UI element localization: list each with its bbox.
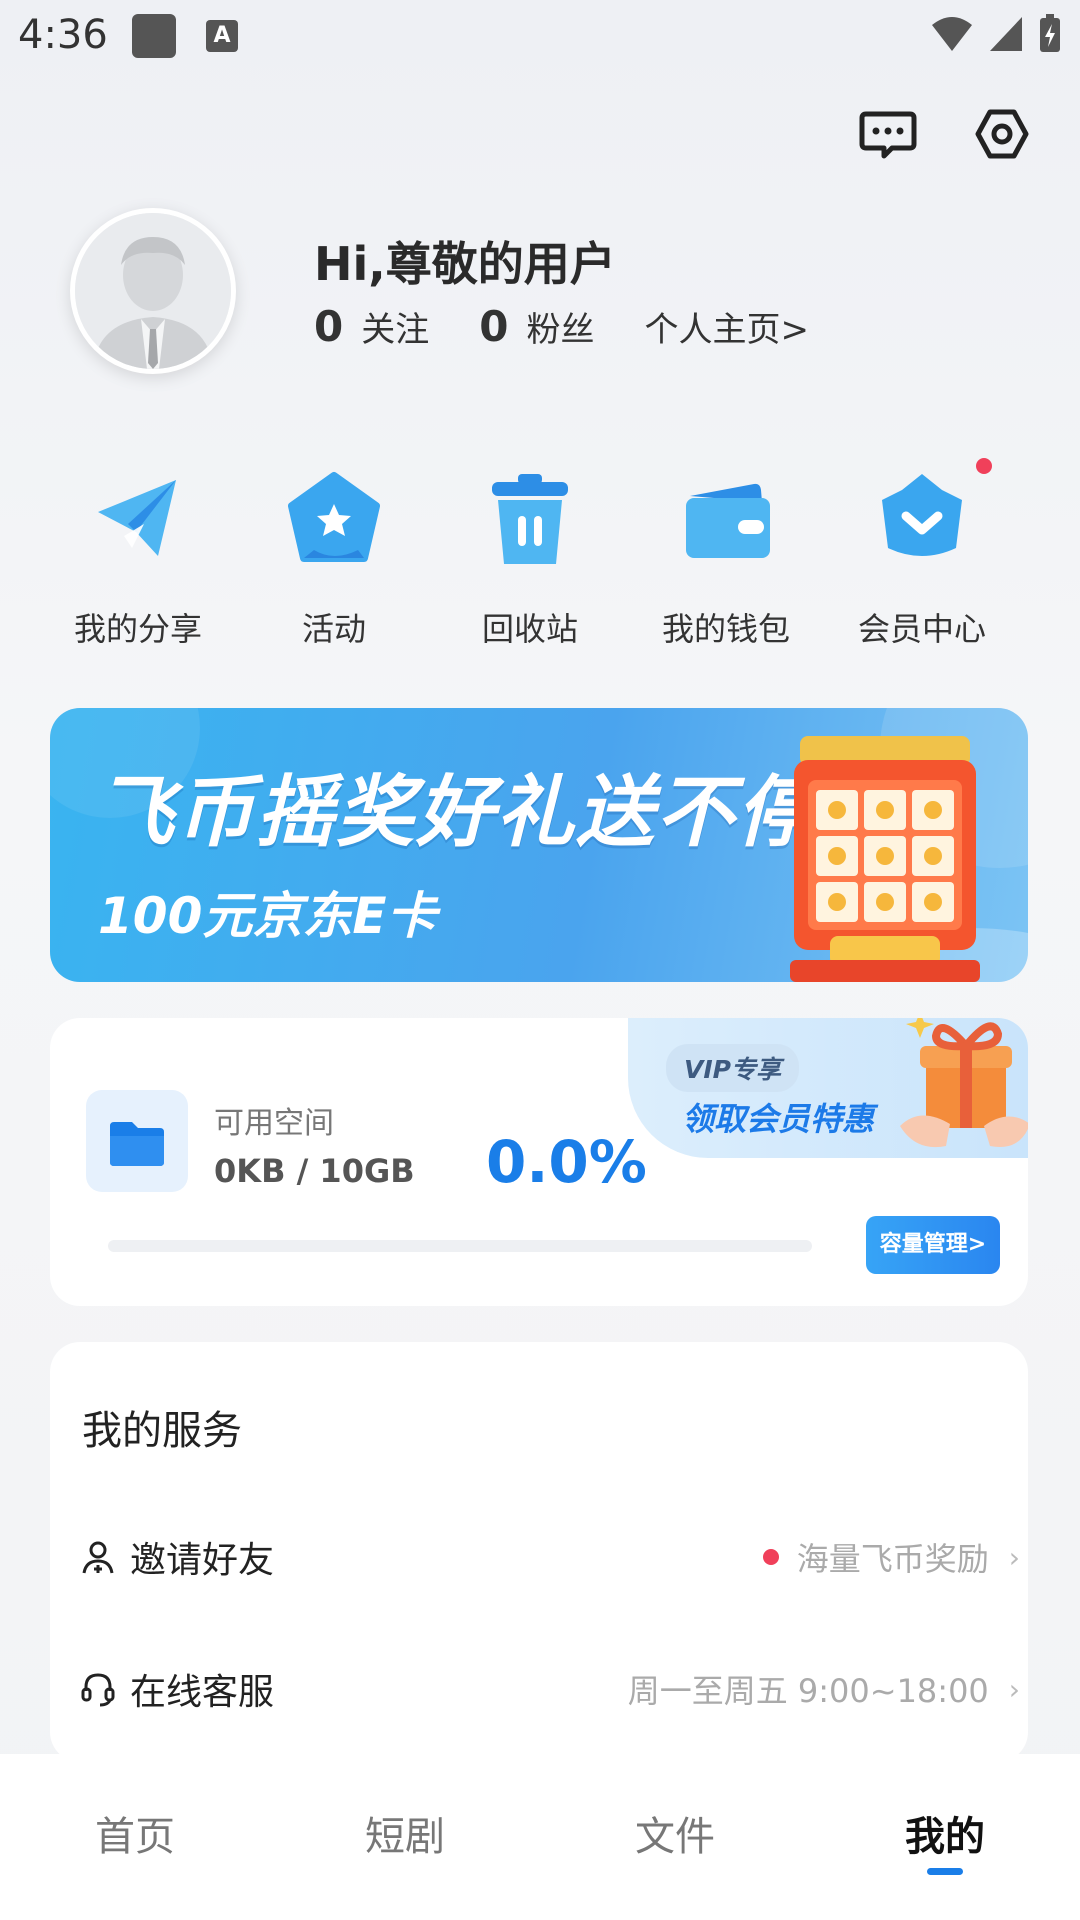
quick-entry-my-share[interactable]: 我的分享 (40, 470, 236, 650)
quick-entry-row: 我的分享 活动 回收站 我的钱包 会员中心 (40, 458, 1040, 650)
signal-icon (990, 17, 1022, 51)
quick-entry-wallet[interactable]: 我的钱包 (628, 470, 824, 650)
nav-tab-home[interactable]: 首页 (0, 1754, 270, 1920)
wallet-icon (686, 483, 770, 558)
service-invite-friends[interactable]: 邀请好友 海量飞币奖励 › (80, 1522, 1020, 1592)
quick-entry-recycle-bin[interactable]: 回收站 (432, 470, 628, 650)
headset-icon (81, 1673, 115, 1707)
fans-label[interactable]: 粉丝 (526, 302, 594, 351)
notification-square-icon (132, 14, 176, 58)
service-hint: 海量飞币奖励 (796, 1540, 989, 1578)
message-icon[interactable] (858, 104, 918, 164)
nav-tab-mine[interactable]: 我的 (810, 1754, 1080, 1920)
nav-tab-label: 我的 (905, 1814, 985, 1860)
nav-tab-short-drama[interactable]: 短剧 (270, 1754, 540, 1920)
status-indicators (930, 14, 1062, 54)
banner-title: 飞币摇奖好礼送不停 (96, 768, 817, 858)
profile-stats: 0 关注 0 粉丝 个人主页> (314, 302, 809, 351)
star-badge-icon (288, 472, 380, 562)
service-label: 在线客服 (130, 1672, 275, 1713)
service-hint: 周一至周五 9:00~18:00 (627, 1672, 989, 1710)
services-title: 我的服务 (82, 1408, 242, 1454)
chevron-right-icon: › (1008, 1540, 1020, 1574)
status-bar: 4:36 A (0, 0, 1080, 75)
trash-bin-icon (492, 474, 568, 564)
storage-card: VIP专享 领取会员特惠 可用空间 0KB / 10GB 0.0% 容量管理> (50, 1018, 1028, 1306)
settings-hex-icon[interactable] (972, 104, 1032, 164)
keyboard-a-icon: A (206, 20, 238, 52)
homepage-link[interactable]: 个人主页> (644, 302, 809, 351)
greeting-text: Hi,尊敬的用户 (314, 237, 616, 291)
vip-pill: VIP专享 (666, 1044, 799, 1092)
status-time: 4:36 (18, 12, 108, 58)
follow-count[interactable]: 0 (314, 302, 343, 351)
quick-entry-member-center[interactable]: 会员中心 (824, 458, 1020, 650)
battery-icon (1040, 14, 1060, 52)
red-dot-badge (762, 1549, 779, 1565)
banner-subtitle: 100元京东E卡 (98, 887, 437, 945)
storage-folder-tile (86, 1090, 188, 1192)
storage-progress-track (108, 1240, 812, 1252)
nav-tab-label: 首页 (95, 1814, 175, 1860)
quick-entry-label: 我的分享 (73, 610, 202, 648)
quick-entry-label: 会员中心 (857, 610, 986, 648)
capacity-manage-button[interactable]: 容量管理> (866, 1216, 1000, 1274)
red-dot-badge (976, 458, 992, 474)
follow-label[interactable]: 关注 (361, 302, 429, 351)
folder-icon (110, 1122, 164, 1166)
bottom-nav: 首页 短剧 文件 我的 (0, 1754, 1080, 1920)
lottery-machine-icon (790, 736, 980, 982)
quick-entry-activity[interactable]: 活动 (236, 470, 432, 650)
nav-tab-label: 短剧 (365, 1814, 445, 1860)
crown-icon (882, 474, 962, 556)
person-add-icon (82, 1541, 114, 1574)
nav-tab-label: 文件 (635, 1814, 715, 1860)
avatar-person-icon (75, 213, 231, 369)
gift-box-icon (900, 1018, 1028, 1148)
wifi-icon (932, 17, 972, 51)
service-online-support[interactable]: 在线客服 周一至周五 9:00~18:00 › (80, 1654, 1020, 1724)
paper-plane-icon (98, 480, 176, 556)
vip-offer-link[interactable]: 领取会员特惠 (682, 1094, 874, 1140)
chevron-right-icon: › (1008, 1672, 1020, 1706)
storage-label: 可用空间 (214, 1106, 334, 1141)
service-label: 邀请好友 (130, 1540, 275, 1581)
storage-usage: 0KB / 10GB (214, 1152, 415, 1190)
active-tab-indicator (927, 1868, 963, 1875)
quick-entry-label: 活动 (301, 610, 366, 648)
promo-banner[interactable]: 飞币摇奖好礼送不停 100元京东E卡 (50, 708, 1028, 982)
quick-entry-label: 回收站 (481, 610, 578, 648)
avatar[interactable] (70, 208, 236, 374)
storage-percent: 0.0% (486, 1128, 647, 1196)
services-card: 我的服务 邀请好友 海量飞币奖励 › 在线客服 周一至周五 9:00~18:00… (50, 1342, 1028, 1762)
nav-tab-files[interactable]: 文件 (540, 1754, 810, 1920)
fans-count[interactable]: 0 (479, 302, 508, 351)
quick-entry-label: 我的钱包 (661, 610, 790, 648)
